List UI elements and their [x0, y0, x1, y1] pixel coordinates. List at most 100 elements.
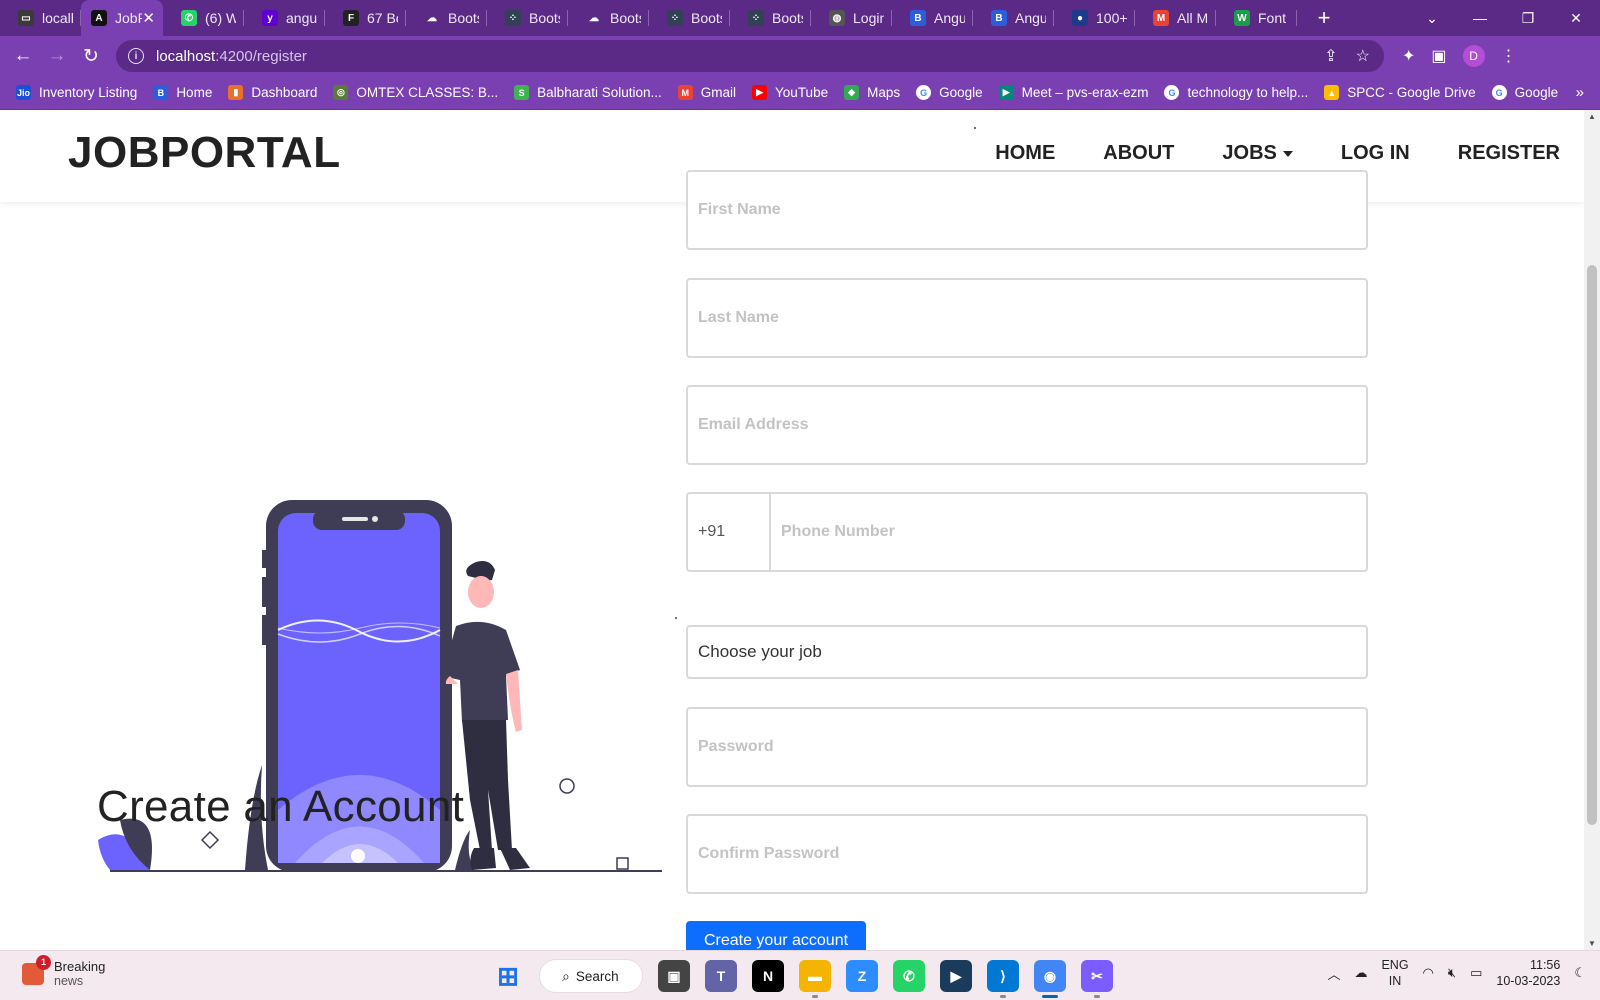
chrome-icon[interactable]: ◉: [1034, 960, 1066, 998]
bookmark-item[interactable]: ▶ Meet – pvs-erax-ezm: [998, 85, 1148, 100]
reload-button[interactable]: ↻: [74, 40, 108, 72]
create-account-button[interactable]: Create your account: [686, 921, 866, 950]
bookmark-item[interactable]: M Gmail: [677, 85, 737, 100]
profile-avatar[interactable]: D: [1462, 45, 1485, 67]
chevron-up-icon[interactable]: ︿: [1327, 964, 1340, 983]
tab-title: Bootstrap: [448, 10, 479, 26]
browser-tab[interactable]: W Font Awesome: [1216, 0, 1297, 36]
browser-tab[interactable]: F 67 Bootstrap: [325, 0, 406, 36]
side-panel-icon[interactable]: ▣: [1431, 46, 1446, 66]
tab-title: Bootstrap: [610, 10, 641, 26]
minimize-icon[interactable]: —: [1456, 10, 1504, 26]
job-select[interactable]: Choose your job: [686, 625, 1368, 679]
close-window-icon[interactable]: ✕: [1552, 10, 1600, 27]
nav-login[interactable]: LOG IN: [1341, 142, 1410, 165]
bookmarks-overflow-icon[interactable]: »: [1576, 84, 1584, 101]
back-button[interactable]: ←: [6, 40, 40, 72]
scroll-up-icon[interactable]: ▲: [1584, 112, 1600, 121]
language-indicator[interactable]: ENG IN: [1381, 957, 1408, 989]
browser-tab[interactable]: B Angular: [892, 0, 973, 36]
browser-tab[interactable]: ☁ Bootstrap: [406, 0, 487, 36]
brand-logo[interactable]: JOBPORTAL: [68, 128, 341, 178]
stray-dot: [974, 127, 976, 129]
phone-group: +91 Phone Number: [686, 492, 1368, 572]
browser-tab[interactable]: ◍ Login: [811, 0, 892, 36]
page-scrollbar[interactable]: ▲ ▼: [1584, 110, 1600, 950]
scrollbar-thumb[interactable]: [1587, 265, 1597, 825]
browser-tab[interactable]: ⁘ Bootstrap: [487, 0, 568, 36]
bookmark-item[interactable]: ▶ YouTube: [752, 85, 828, 100]
bookmark-item[interactable]: S Balbharati Solution...: [514, 85, 662, 100]
browser-tab[interactable]: ▭ localhost: [0, 0, 81, 36]
whatsapp-icon[interactable]: ✆: [893, 960, 925, 992]
zoom-icon[interactable]: Z: [846, 960, 878, 992]
bookmark-item[interactable]: G Google: [916, 85, 983, 100]
extensions-icon[interactable]: ✦: [1402, 46, 1415, 66]
moon-icon[interactable]: ☾: [1574, 965, 1586, 981]
url-text[interactable]: localhost:4200/register: [156, 48, 307, 65]
forward-button[interactable]: →: [40, 40, 74, 72]
prime-video-icon[interactable]: ▶: [940, 960, 972, 992]
browser-tab[interactable]: ⁘ Bootstrap: [730, 0, 811, 36]
bookmark-item[interactable]: ◆ Maps: [844, 85, 900, 100]
browser-tab[interactable]: B Angular: [973, 0, 1054, 36]
nav-home[interactable]: HOME: [995, 142, 1055, 165]
bookmark-item[interactable]: B Home: [153, 85, 212, 100]
clock[interactable]: 11:56 10-03-2023: [1496, 957, 1560, 989]
onedrive-cloud-icon[interactable]: ☁: [1354, 965, 1367, 981]
wifi-icon[interactable]: ◠: [1423, 965, 1434, 981]
tab-search-icon[interactable]: ⌄: [1408, 10, 1456, 27]
browser-tab[interactable]: ✆ (6) WhatsApp: [163, 0, 244, 36]
bookmark-item[interactable]: ▲ SPCC - Google Drive: [1324, 85, 1476, 100]
new-tab-button[interactable]: +: [1309, 5, 1339, 31]
youtube-icon: ▶: [752, 85, 768, 100]
bookmark-star-icon[interactable]: ☆: [1356, 46, 1370, 66]
teams-icon[interactable]: T: [705, 960, 737, 992]
battery-icon[interactable]: ▭: [1470, 965, 1482, 981]
close-tab-icon[interactable]: ✕: [142, 9, 155, 27]
first-name-input[interactable]: First Name: [686, 170, 1368, 250]
nav-jobs-label: JOBS: [1222, 142, 1277, 164]
lang-bottom: IN: [1388, 974, 1402, 988]
browser-tab[interactable]: A JobPortal✕: [81, 0, 163, 36]
bookmark-item[interactable]: ◎ OMTEX CLASSES: B...: [333, 85, 498, 100]
password-input[interactable]: Password: [686, 707, 1368, 787]
browser-tab[interactable]: M All Mail: [1135, 0, 1216, 36]
taskbar-search[interactable]: ⌕ Search: [539, 959, 643, 993]
yahoo-icon: y: [262, 10, 278, 26]
address-bar[interactable]: i localhost:4200/register ⇪ ☆: [116, 40, 1384, 72]
first-name-placeholder: First Name: [698, 201, 781, 218]
browser-tab[interactable]: ● 100+ S: [1054, 0, 1135, 36]
vscode-icon[interactable]: ⟩: [987, 960, 1019, 998]
browser-tab[interactable]: y angular: [244, 0, 325, 36]
restore-icon[interactable]: ❐: [1504, 10, 1552, 27]
bookmark-label: Gmail: [700, 85, 737, 100]
share-icon[interactable]: ⇪: [1324, 46, 1337, 66]
task-view-icon[interactable]: ▣: [658, 960, 690, 992]
confirm-password-input[interactable]: Confirm Password: [686, 814, 1368, 894]
bookmark-item[interactable]: G Google: [1491, 85, 1558, 100]
circle-icon: ●: [1072, 10, 1088, 26]
browser-tab[interactable]: ⁘ Bootstrap: [649, 0, 730, 36]
bookmark-item[interactable]: Gtechnology to help...: [1164, 85, 1308, 100]
browser-tab[interactable]: ☁ Bootstrap: [568, 0, 649, 36]
news-widget[interactable]: 1 Breaking news: [22, 954, 105, 988]
clock-date: 10-03-2023: [1496, 974, 1561, 988]
bookmark-item[interactable]: ▮ Dashboard: [228, 85, 317, 100]
netflix-icon[interactable]: N: [752, 960, 784, 992]
nav-register[interactable]: REGISTER: [1458, 142, 1560, 165]
windows-start-icon[interactable]: ⊞: [492, 960, 524, 992]
nav-jobs-dropdown[interactable]: JOBS: [1222, 142, 1293, 165]
file-explorer-icon[interactable]: ▬: [799, 960, 831, 998]
phone-number-input[interactable]: Phone Number: [771, 492, 1368, 572]
site-info-icon[interactable]: i: [128, 48, 144, 64]
whatsapp-icon: ✆: [181, 10, 197, 26]
email-input[interactable]: Email Address: [686, 385, 1368, 465]
bookmark-item[interactable]: Jio Inventory Listing: [16, 85, 137, 100]
nav-about[interactable]: ABOUT: [1103, 142, 1174, 165]
menu-kebab-icon[interactable]: ⋮: [1501, 46, 1517, 66]
last-name-input[interactable]: Last Name: [686, 278, 1368, 358]
scroll-down-icon[interactable]: ▼: [1584, 939, 1600, 948]
snipping-tool-icon[interactable]: ✂: [1081, 960, 1113, 998]
volume-muted-icon[interactable]: 🔇︎: [1448, 965, 1456, 981]
